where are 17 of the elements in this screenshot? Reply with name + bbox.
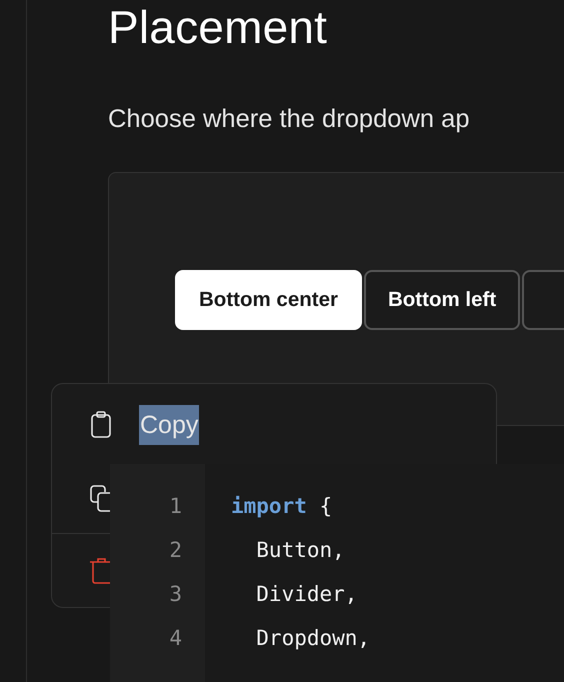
code-keyword: import <box>231 493 307 520</box>
code-text: Button, <box>255 537 345 564</box>
placement-button[interactable]: Bottom left <box>364 270 520 330</box>
placement-button[interactable]: Bottom center <box>175 270 362 330</box>
code-text: Divider, <box>255 581 358 608</box>
copy-icon <box>89 484 110 512</box>
line-number: 4 <box>169 626 182 650</box>
menu-item-label[interactable]: Copy <box>139 405 200 445</box>
code-text: Dropdown, <box>255 625 370 652</box>
line-number: 3 <box>169 582 182 606</box>
trash-icon <box>89 556 110 584</box>
line-number: 2 <box>169 538 182 562</box>
code-text: { <box>318 493 332 520</box>
placement-button[interactable] <box>522 270 564 330</box>
page-title: Placement <box>108 0 328 54</box>
description-text: Choose where the dropdown ap <box>108 104 470 135</box>
line-number: 1 <box>169 494 182 518</box>
